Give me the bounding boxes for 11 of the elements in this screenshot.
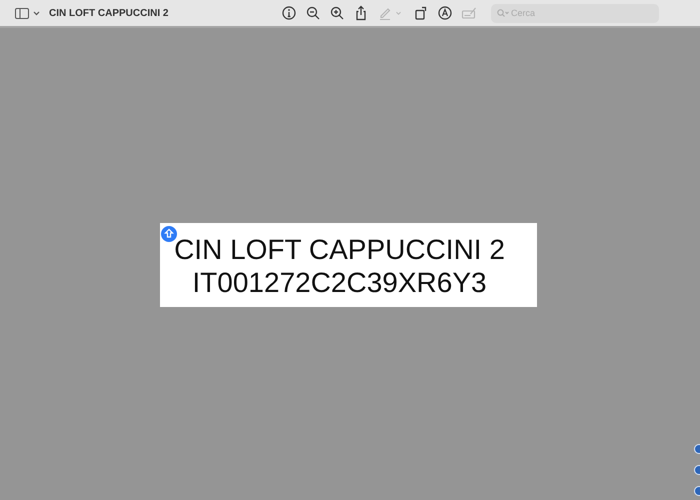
markup-icon[interactable] <box>437 5 453 21</box>
caret-icon[interactable] <box>33 10 40 16</box>
sidebar-icon[interactable] <box>15 8 29 18</box>
document-text: CIN LOFT CAPPUCCINI 2 <box>174 233 505 266</box>
zoom-in-icon[interactable] <box>329 5 345 21</box>
search-icon <box>497 8 509 18</box>
zoom-out-icon[interactable] <box>305 5 321 21</box>
rotate-icon[interactable] <box>413 5 429 21</box>
window-title: CIN LOFT CAPPUCCINI 2 <box>49 8 170 18</box>
info-icon[interactable] <box>281 5 297 21</box>
document-text: IT001272C2C39XR6Y3 <box>192 266 487 299</box>
